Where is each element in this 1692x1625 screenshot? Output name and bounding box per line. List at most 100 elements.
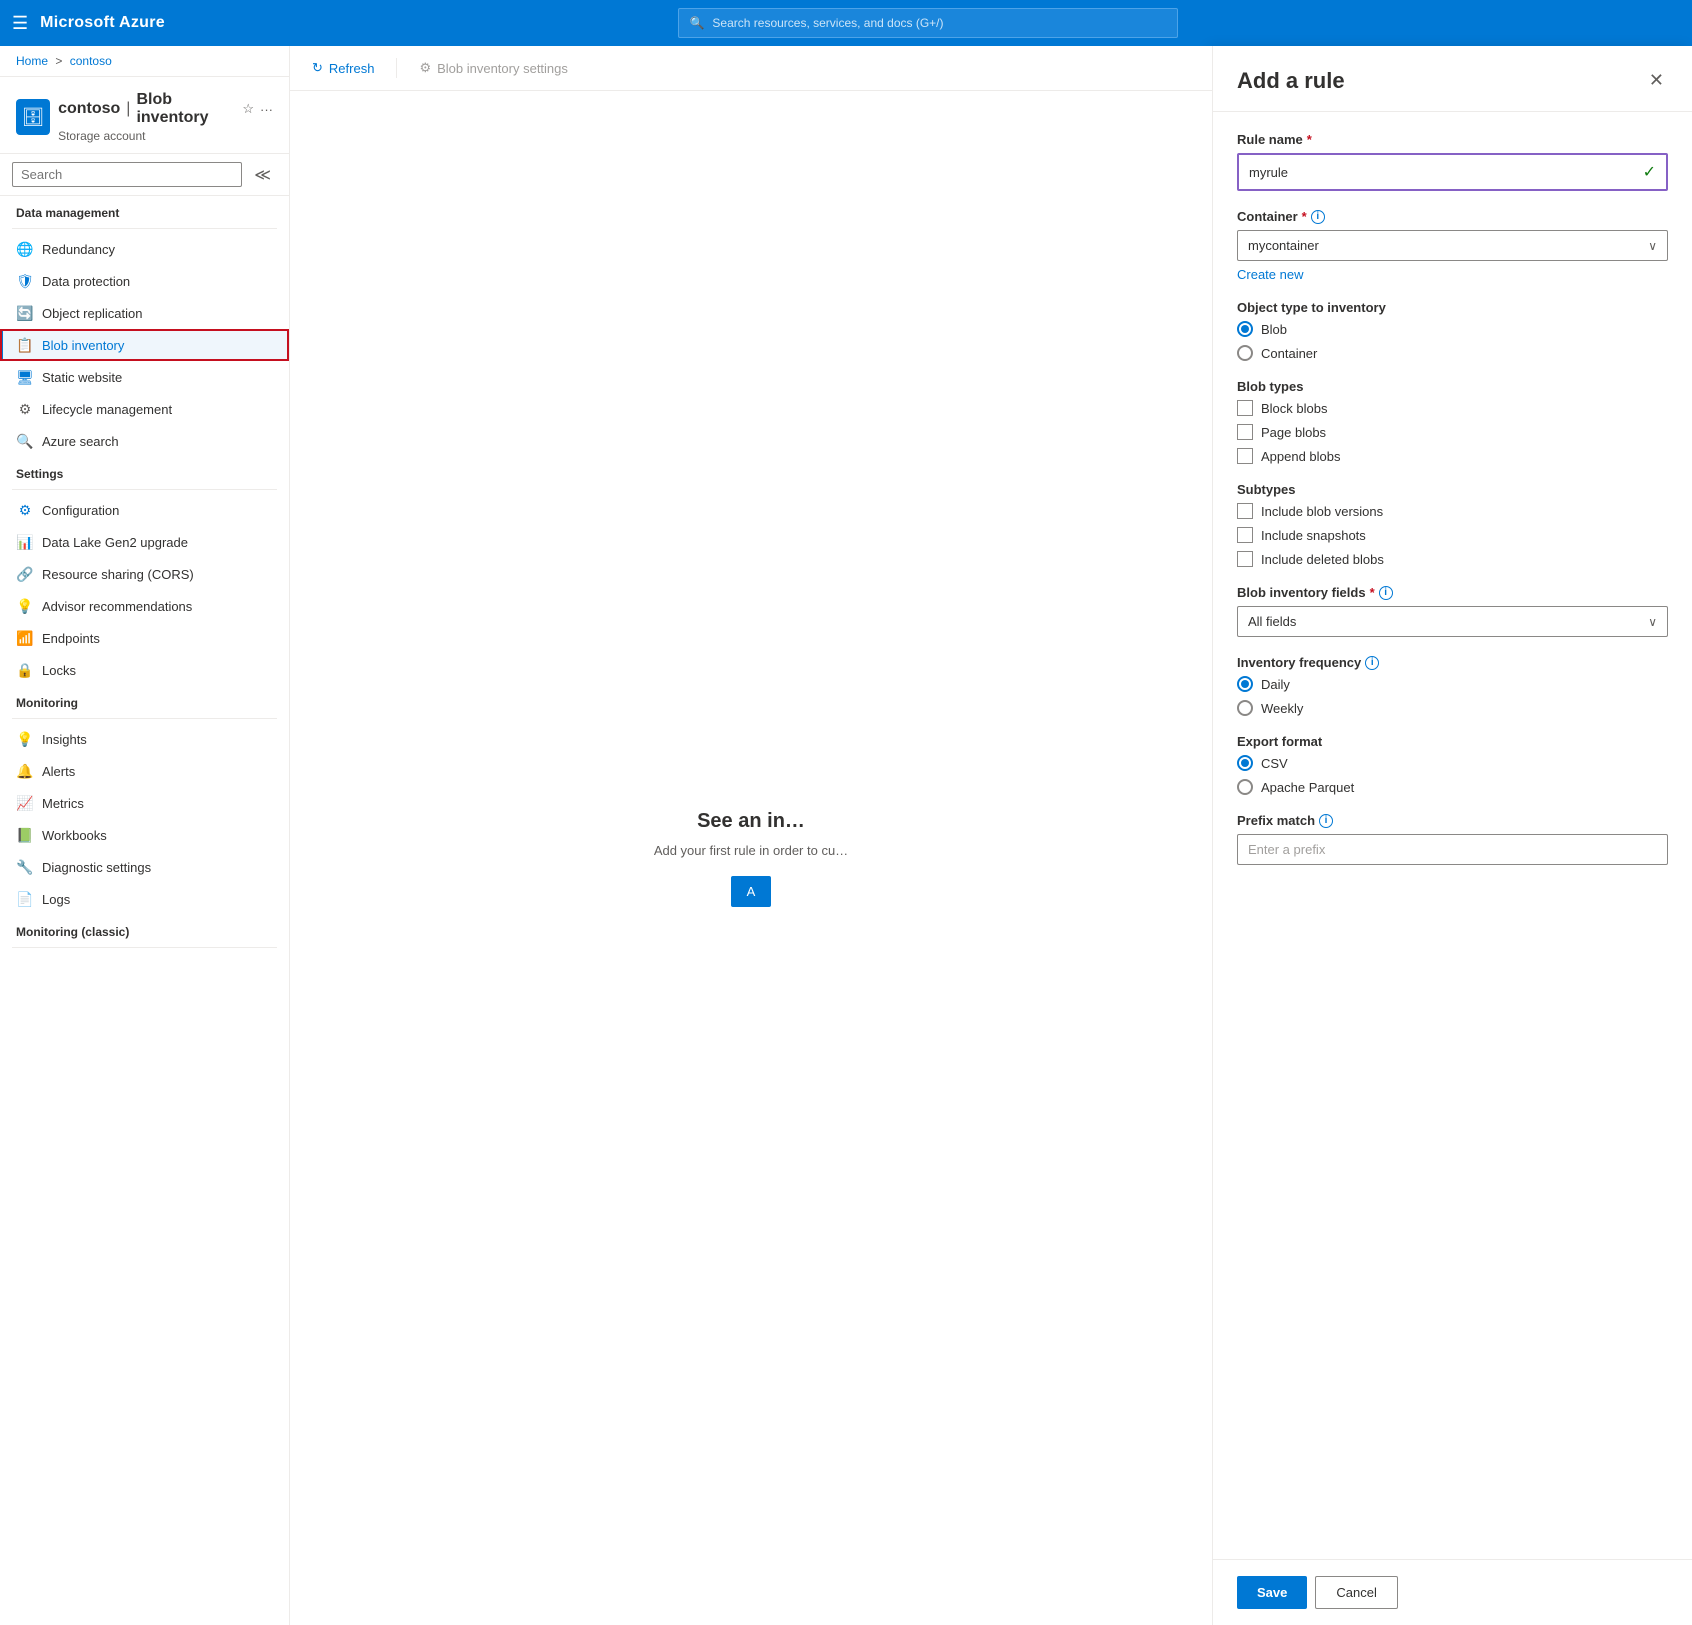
rule-name-required: * (1307, 132, 1312, 147)
sidebar-item-insights[interactable]: 💡 Insights (0, 723, 289, 755)
resource-header: 🗄 contoso | Blob inventory ☆ ··· Storage… (0, 77, 289, 154)
container-dropdown[interactable]: mycontainer ∨ (1237, 230, 1668, 261)
radio-blob-btn (1237, 321, 1253, 337)
sidebar-item-object-replication[interactable]: 🔄 Object replication (0, 297, 289, 329)
checkbox-snapshots-label: Include snapshots (1261, 528, 1366, 543)
radio-weekly-btn (1237, 700, 1253, 716)
checkbox-block-blobs-box (1237, 400, 1253, 416)
sidebar-item-logs[interactable]: 📄 Logs (0, 883, 289, 915)
breadcrumb-current[interactable]: contoso (70, 54, 112, 68)
sidebar-item-datalake[interactable]: 📊 Data Lake Gen2 upgrade (0, 526, 289, 558)
radio-csv[interactable]: CSV (1237, 755, 1668, 771)
panel-footer: Save Cancel (1213, 1559, 1692, 1625)
refresh-button[interactable]: ↻ Refresh (306, 56, 380, 80)
prefix-match-input[interactable] (1237, 834, 1668, 865)
sidebar-item-alerts[interactable]: 🔔 Alerts (0, 755, 289, 787)
datalake-icon: 📊 (16, 533, 34, 551)
panel-header: Add a rule ✕ (1213, 46, 1692, 112)
checkbox-include-snapshots[interactable]: Include snapshots (1237, 527, 1668, 543)
inventory-fields-info-icon[interactable]: i (1379, 586, 1393, 600)
diagnostic-settings-icon: 🔧 (16, 858, 34, 876)
panel-close-button[interactable]: ✕ (1645, 66, 1668, 95)
resource-name: contoso (58, 100, 120, 118)
sidebar-item-metrics[interactable]: 📈 Metrics (0, 787, 289, 819)
section-settings: Settings (0, 457, 289, 485)
checkbox-block-blobs[interactable]: Block blobs (1237, 400, 1668, 416)
radio-container-label: Container (1261, 346, 1317, 361)
sidebar-item-blob-inventory[interactable]: 📋 Blob inventory (0, 329, 289, 361)
prefix-match-group: Prefix match i (1237, 813, 1668, 865)
breadcrumb-separator: > (55, 54, 62, 68)
radio-container-btn (1237, 345, 1253, 361)
divider-1 (12, 228, 277, 229)
divider-3 (12, 718, 277, 719)
global-search-bar[interactable]: 🔍 Search resources, services, and docs (… (678, 8, 1178, 38)
radio-blob[interactable]: Blob (1237, 321, 1668, 337)
container-info-icon[interactable]: i (1311, 210, 1325, 224)
divider-4 (12, 947, 277, 948)
sidebar-item-redundancy[interactable]: 🌐 Redundancy (0, 233, 289, 265)
checkbox-append-blobs-label: Append blobs (1261, 449, 1341, 464)
favorite-icon[interactable]: ☆ (242, 101, 254, 117)
checkbox-include-blob-versions[interactable]: Include blob versions (1237, 503, 1668, 519)
radio-apache-parquet[interactable]: Apache Parquet (1237, 779, 1668, 795)
breadcrumb-home[interactable]: Home (16, 54, 48, 68)
sidebar-item-cors[interactable]: 🔗 Resource sharing (CORS) (0, 558, 289, 590)
sidebar: Home > contoso 🗄 contoso | Blob inventor… (0, 46, 290, 1625)
radio-weekly[interactable]: Weekly (1237, 700, 1668, 716)
inventory-settings-button[interactable]: ⚙ Blob inventory settings (413, 56, 573, 80)
configuration-icon: ⚙ (16, 501, 34, 519)
radio-daily[interactable]: Daily (1237, 676, 1668, 692)
rule-name-label: Rule name * (1237, 132, 1668, 147)
radio-container[interactable]: Container (1237, 345, 1668, 361)
sidebar-label-diagnostic-settings: Diagnostic settings (42, 860, 151, 875)
checkbox-page-blobs[interactable]: Page blobs (1237, 424, 1668, 440)
top-navbar: ☰ Microsoft Azure 🔍 Search resources, se… (0, 0, 1692, 46)
checkbox-blob-versions-label: Include blob versions (1261, 504, 1383, 519)
prefix-match-info-icon[interactable]: i (1319, 814, 1333, 828)
checkbox-append-blobs[interactable]: Append blobs (1237, 448, 1668, 464)
section-monitoring: Monitoring (0, 686, 289, 714)
sidebar-item-configuration[interactable]: ⚙ Configuration (0, 494, 289, 526)
sidebar-item-diagnostic-settings[interactable]: 🔧 Diagnostic settings (0, 851, 289, 883)
inventory-fields-dropdown[interactable]: All fields ∨ (1237, 606, 1668, 637)
sidebar-label-cors: Resource sharing (CORS) (42, 567, 194, 582)
sidebar-item-advisor[interactable]: 💡 Advisor recommendations (0, 590, 289, 622)
sidebar-item-lifecycle-management[interactable]: ⚙ Lifecycle management (0, 393, 289, 425)
sidebar-item-data-protection[interactable]: 🛡 Data protection (0, 265, 289, 297)
content-area: ↻ Refresh ⚙ Blob inventory settings See … (290, 46, 1212, 1625)
cancel-button[interactable]: Cancel (1315, 1576, 1397, 1609)
export-format-group: Export format CSV Apache Parquet (1237, 734, 1668, 795)
sidebar-search-input[interactable] (12, 162, 242, 187)
more-options-icon[interactable]: ··· (260, 102, 273, 117)
sidebar-label-locks: Locks (42, 663, 76, 678)
radio-csv-label: CSV (1261, 756, 1288, 771)
sidebar-item-locks[interactable]: 🔒 Locks (0, 654, 289, 686)
azure-search-icon: 🔍 (16, 432, 34, 450)
title-separator: | (126, 100, 130, 118)
redundancy-icon: 🌐 (16, 240, 34, 258)
sidebar-collapse-button[interactable]: ≪ (248, 163, 277, 187)
sidebar-item-endpoints[interactable]: 📶 Endpoints (0, 622, 289, 654)
sidebar-item-azure-search[interactable]: 🔍 Azure search (0, 425, 289, 457)
data-protection-icon: 🛡 (16, 272, 34, 290)
checkbox-include-deleted-blobs[interactable]: Include deleted blobs (1237, 551, 1668, 567)
checkbox-page-blobs-box (1237, 424, 1253, 440)
object-type-group: Object type to inventory Blob Container (1237, 300, 1668, 361)
sidebar-item-workbooks[interactable]: 📗 Workbooks (0, 819, 289, 851)
sidebar-label-azure-search: Azure search (42, 434, 119, 449)
object-type-radio-group: Blob Container (1237, 321, 1668, 361)
checkbox-deleted-blobs-label: Include deleted blobs (1261, 552, 1384, 567)
divider-2 (12, 489, 277, 490)
add-rule-content-button[interactable]: A (731, 876, 772, 907)
hamburger-menu[interactable]: ☰ (12, 13, 28, 34)
rule-name-input-wrapper: ✓ (1237, 153, 1668, 191)
create-new-container-link[interactable]: Create new (1237, 267, 1668, 282)
radio-daily-btn (1237, 676, 1253, 692)
section-data-management: Data management (0, 196, 289, 224)
sidebar-item-static-website[interactable]: 🖥 Static website (0, 361, 289, 393)
frequency-info-icon[interactable]: i (1365, 656, 1379, 670)
checkbox-append-blobs-box (1237, 448, 1253, 464)
rule-name-input[interactable] (1249, 165, 1643, 180)
save-button[interactable]: Save (1237, 1576, 1307, 1609)
